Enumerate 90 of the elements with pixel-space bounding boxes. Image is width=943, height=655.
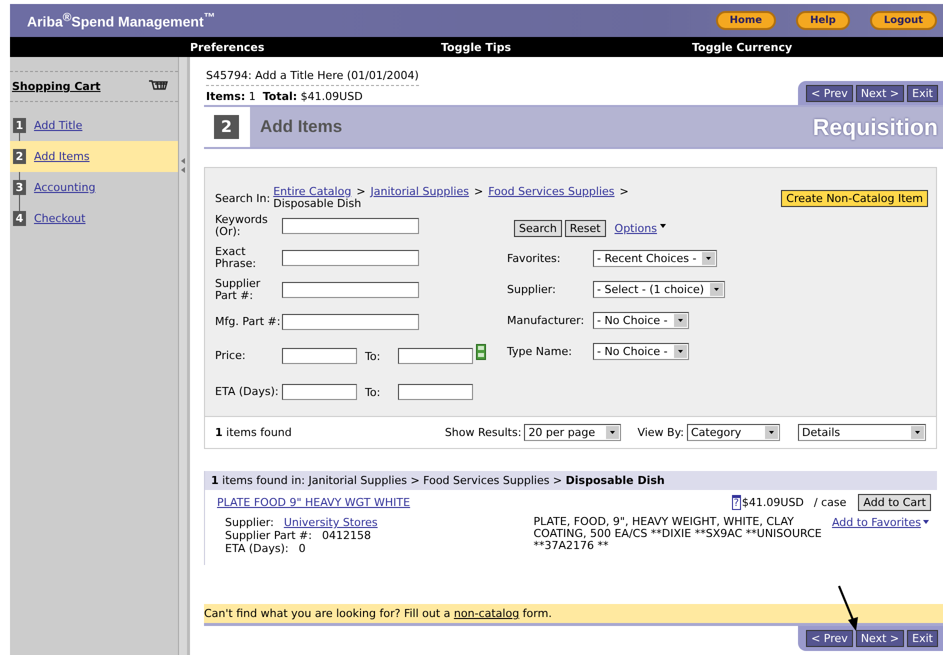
caret-icon[interactable] [660, 224, 666, 228]
non-catalog-link[interactable]: non-catalog [454, 607, 520, 620]
step-item[interactable]: 4 Checkout [10, 203, 178, 234]
step-item[interactable]: 3 Accounting [10, 172, 178, 203]
dropdown[interactable]: - Select - (1 choice) [593, 281, 726, 298]
favorites-link[interactable]: Add to Favorites [832, 516, 921, 555]
step-title: Add Items [260, 117, 344, 137]
header-button[interactable]: Home [716, 11, 776, 30]
nav-link[interactable]: Preferences [190, 40, 441, 54]
input-field[interactable] [282, 282, 419, 298]
page-nav-button[interactable]: Exit [907, 85, 938, 102]
dropdown[interactable]: - No Choice - [593, 312, 689, 329]
item-price: $41.09USD [742, 496, 804, 509]
field-label: Mfg. Part #: [215, 316, 282, 328]
step-item[interactable]: 1 Add Title [10, 110, 178, 141]
create-item-button[interactable]: Create Non-Catalog Item [781, 190, 928, 207]
item-unit: / case [814, 496, 846, 509]
breadcrumb-separator: > [356, 186, 366, 198]
input-field[interactable] [282, 314, 419, 330]
splitter-handle[interactable] [178, 57, 190, 655]
field-label: Manufacturer: [507, 314, 586, 327]
page-nav-button[interactable]: < Prev [806, 85, 853, 102]
item-description: PLATE, FOOD, 9", HEAVY WEIGHT, WHITE, CLAY COATING, 500 EA/CS **DIXIE **SX9AC **UNISOURCE **37A2176 ** [533, 516, 823, 554]
breadcrumb-link[interactable]: Food Services Supplies [488, 186, 615, 198]
notice-text: Can't find what you are looking for? Fill out a non-catalog form. [204, 607, 552, 620]
detail-label: ETA (Days): [225, 542, 289, 555]
add-to-cart-button[interactable]: Add to Cart [858, 494, 931, 511]
step-number: 2 [214, 115, 239, 139]
dropdown[interactable]: Details [798, 424, 926, 441]
nav-link[interactable]: Toggle Tips [441, 40, 692, 54]
results-count: 1 items found [215, 426, 293, 439]
step-number: 4 [13, 211, 26, 226]
section-title: Requisition [812, 114, 939, 140]
options-link[interactable]: Options [614, 222, 657, 235]
results-heading: 1 items found in: Janitorial Supplies > Food Services Supplies > Disposable Dish [205, 471, 937, 490]
app-title: Ariba$^{®}$Spend Management$^{™}$ [27, 11, 216, 30]
input-field[interactable] [398, 384, 473, 400]
detail-value: 0412158 [322, 529, 371, 542]
field-label: Price: [215, 350, 247, 362]
search-in-label: Search In: [215, 192, 270, 205]
cart-summary: Items: 1 Total: $41.09USD [206, 90, 364, 103]
help-icon[interactable]: ? [732, 495, 741, 510]
detail-label: Supplier Part #: [225, 529, 312, 542]
header-button[interactable]: Logout [870, 11, 937, 30]
form-button[interactable]: Reset [564, 220, 606, 237]
field-label: ETA (Days): [215, 386, 280, 398]
page-nav-button[interactable]: Next > [856, 630, 904, 647]
field-label: Type Name: [507, 345, 573, 358]
page-nav-button[interactable]: Next > [856, 85, 904, 102]
input-field[interactable] [398, 348, 473, 364]
step-item[interactable]: 2 Add Items [10, 141, 178, 172]
dropdown[interactable]: Category [687, 424, 780, 441]
calculator-icon[interactable] [476, 344, 486, 360]
breadcrumb-link[interactable]: Entire Catalog [273, 186, 352, 198]
input-field[interactable] [282, 218, 419, 234]
dropdown[interactable]: 20 per page [524, 424, 622, 441]
field-label: Supplier: [507, 283, 557, 296]
field-label: To: [364, 386, 382, 398]
field-label: Favorites: [507, 252, 562, 265]
field-label: Supplier Part #: [215, 278, 262, 302]
dropdown[interactable]: - Recent Choices - [593, 250, 718, 267]
page-nav-button[interactable]: Exit [907, 630, 938, 647]
breadcrumb-link[interactable]: Janitorial Supplies [370, 186, 469, 198]
nav-link[interactable]: Toggle Currency [692, 40, 943, 54]
step-number: 2 [13, 149, 26, 164]
field-label: Keywords (Or): [215, 214, 269, 238]
dropdown[interactable]: - No Choice - [593, 343, 689, 360]
field-label: Exact Phrase: [215, 246, 258, 270]
arrow-drawing [838, 586, 858, 631]
supplier-link[interactable]: University Stores [284, 516, 378, 529]
breadcrumb-separator: > [474, 186, 484, 198]
field-label: View By: [637, 426, 684, 439]
detail-label: Supplier: [225, 516, 274, 529]
header-button[interactable]: Help [796, 11, 850, 30]
page-nav-button[interactable]: < Prev [806, 630, 853, 647]
step-number: 1 [13, 118, 26, 133]
input-field[interactable] [282, 348, 357, 364]
form-button[interactable]: Search [514, 220, 562, 237]
input-field[interactable] [282, 384, 357, 400]
caret-icon[interactable] [923, 520, 929, 524]
breadcrumb-current: Disposable Dish [273, 198, 362, 210]
document-title: S45794: Add a Title Here (01/01/2004) [206, 69, 419, 86]
input-field[interactable] [282, 250, 419, 266]
field-label: Show Results: [444, 426, 522, 439]
item-link[interactable]: PLATE FOOD 9" HEAVY WGT WHITE [217, 496, 732, 509]
sidebar-title[interactable]: Shopping Cart [12, 80, 101, 93]
step-number: 3 [13, 180, 26, 195]
breadcrumb-separator: > [620, 186, 629, 198]
field-label: To: [364, 350, 382, 362]
detail-value: 0 [298, 542, 306, 555]
